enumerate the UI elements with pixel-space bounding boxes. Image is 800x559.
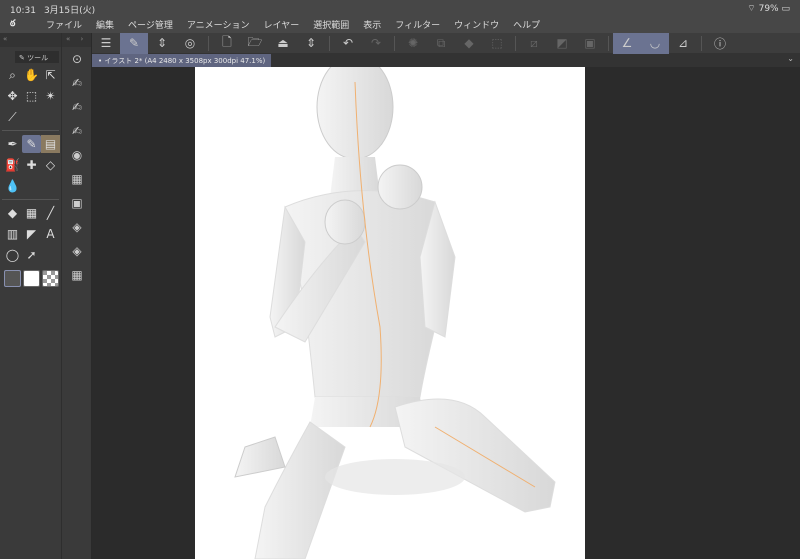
divider xyxy=(394,35,395,51)
main-color-swatch[interactable] xyxy=(4,270,21,287)
drawing-canvas[interactable] xyxy=(195,67,585,559)
material-icon[interactable]: ▣ xyxy=(62,191,92,215)
menu-selection[interactable]: 選択範囲 xyxy=(313,18,349,31)
fill-icon[interactable]: ◆ xyxy=(455,33,483,54)
menu-layer[interactable]: レイヤー xyxy=(264,18,300,31)
balloon-icon[interactable]: ◯ xyxy=(3,246,22,264)
ruler-snap-icon[interactable]: ∠ xyxy=(613,32,641,54)
frame-icon[interactable]: ▥ xyxy=(3,225,22,243)
pencil-icon[interactable]: ✎ xyxy=(22,135,41,153)
selection-border-icon[interactable]: ▣ xyxy=(576,33,604,54)
eyedropper-icon[interactable]: ⟋ xyxy=(3,108,22,126)
figure-icon[interactable]: ╱ xyxy=(41,204,60,222)
panel-collapse[interactable]: « xyxy=(0,33,61,47)
layer-property-icon[interactable]: ◈ xyxy=(62,215,92,239)
panel-collapse[interactable]: « xyxy=(66,35,70,43)
undo-icon[interactable]: ↶ xyxy=(334,33,362,54)
brush-size-icon[interactable]: ✍ xyxy=(62,119,92,143)
battery-percent: 79% xyxy=(758,4,779,14)
menu-view[interactable]: 表示 xyxy=(363,18,381,31)
fill-icon[interactable]: ◆ xyxy=(3,204,22,222)
hand-icon[interactable]: ✋ xyxy=(22,66,41,84)
divider xyxy=(208,35,209,51)
selection-icon[interactable]: ⬚ xyxy=(22,87,41,105)
color-set-icon[interactable]: ▦ xyxy=(62,167,92,191)
layer-icon[interactable]: ◈ xyxy=(62,239,92,263)
move-icon[interactable]: ✥ xyxy=(3,87,22,105)
companion-icon[interactable]: ◎ xyxy=(176,33,204,54)
divider xyxy=(329,35,330,51)
app-logo[interactable]: ఠ xyxy=(10,19,28,31)
divider xyxy=(608,35,609,51)
command-bar: ☰ ✎ ⇕ ◎ 🗋 🗁 ⏏ ⇕ ↶ ↷ ✺ ⧉ ◆ ⬚ ⧄ ◩ ▣ ∠ ◡ ⊿ … xyxy=(92,32,800,54)
correct-line-icon[interactable]: ➚ xyxy=(22,246,41,264)
magic-wand-icon[interactable]: ✴ xyxy=(41,87,60,105)
status-bar: 10:31 3月15日(火) ⌔ 79% ▭ xyxy=(0,0,800,16)
color-wheel-icon[interactable]: ◉ xyxy=(62,143,92,167)
eraser-icon[interactable]: ◇ xyxy=(41,156,60,174)
timeline-icon[interactable]: ▦ xyxy=(62,263,92,287)
open-folder-icon[interactable]: 🗁 xyxy=(241,33,269,54)
divider xyxy=(2,130,59,131)
gradient-icon[interactable]: ▦ xyxy=(22,204,41,222)
date: 3月15日(火) xyxy=(43,6,96,16)
redo-icon[interactable]: ↷ xyxy=(362,33,390,54)
tool-property-icon[interactable]: ✍ xyxy=(62,95,92,119)
menu-edit[interactable]: 編集 xyxy=(96,18,114,31)
save-icon[interactable]: ⏏ xyxy=(269,33,297,54)
divider xyxy=(2,199,59,200)
sub-color-swatch[interactable] xyxy=(23,270,40,287)
deselect-icon[interactable]: ⧄ xyxy=(520,33,548,54)
operation-icon[interactable]: ⇱ xyxy=(41,66,60,84)
document-tab[interactable]: • イラスト 2* (A4 2480 x 3508px 300dpi 47.1%… xyxy=(92,54,272,67)
panel-column: « › ⊙ ✍ ✍ ✍ ◉ ▦ ▣ ◈ ◈ ▦ xyxy=(62,33,92,559)
updown-icon[interactable]: ⇕ xyxy=(297,33,325,54)
blend-icon[interactable]: 💧 xyxy=(3,177,22,195)
decoration-icon[interactable]: ✚ xyxy=(22,156,41,174)
menu-bar: ఠ ファイル 編集 ページ管理 アニメーション レイヤー 選択範囲 表示 フィル… xyxy=(0,16,800,33)
ruler-icon[interactable]: ◤ xyxy=(22,225,41,243)
copy-icon[interactable]: ⧉ xyxy=(427,33,455,54)
wifi-icon: ⌔ xyxy=(747,4,759,14)
menu-page[interactable]: ページ管理 xyxy=(128,18,173,31)
menu-animation[interactable]: アニメーション xyxy=(187,18,250,31)
special-ruler-snap-icon[interactable]: ◡ xyxy=(641,32,669,54)
transparent-color-swatch[interactable] xyxy=(42,270,59,287)
navigator-icon[interactable]: ⊙ xyxy=(62,47,92,71)
menu-help[interactable]: ヘルプ xyxy=(513,18,540,31)
busy-icon: ✺ xyxy=(407,36,419,50)
brush-icon[interactable]: ▤ xyxy=(41,135,60,153)
tab-tool[interactable]: ✎ ツール xyxy=(15,51,59,63)
divider xyxy=(701,35,702,51)
pen-icon[interactable]: ✒ xyxy=(3,135,22,153)
menu-file[interactable]: ファイル xyxy=(46,18,82,31)
chevron-down-icon[interactable]: ⌄ xyxy=(787,54,794,63)
menu-window[interactable]: ウィンドウ xyxy=(454,18,499,31)
clock: 10:31 xyxy=(10,6,36,16)
simple-mode-icon[interactable]: ✎ xyxy=(120,32,148,54)
battery-icon: ▭ xyxy=(781,4,790,14)
zoom-icon[interactable]: ⌕ xyxy=(3,66,22,84)
3d-figure xyxy=(234,67,556,559)
invert-selection-icon[interactable]: ◩ xyxy=(548,33,576,54)
help-icon[interactable]: ⓘ xyxy=(706,33,734,54)
menu-filter[interactable]: フィルター xyxy=(395,18,440,31)
airbrush-icon[interactable]: ⛽ xyxy=(3,156,22,174)
updown-icon[interactable]: ⇕ xyxy=(148,33,176,54)
document-tab-bar: • イラスト 2* (A4 2480 x 3508px 300dpi 47.1%… xyxy=(92,54,800,67)
divider xyxy=(515,35,516,51)
new-file-icon[interactable]: 🗋 xyxy=(213,33,241,54)
grid-snap-icon[interactable]: ⊿ xyxy=(669,33,697,54)
tool-panel: « ✎ ツール ⌕ ✋ ⇱ ✥ ⬚ ✴ ⟋ ✒ ✎ ▤ ⛽ ✚ ◇ 💧 ◆ ▦ ╱ ▥ ◤ A ◯ ➚ xyxy=(0,33,62,559)
transform-icon[interactable]: ⬚ xyxy=(483,33,511,54)
menu-icon[interactable]: ☰ xyxy=(92,33,120,54)
text-icon[interactable]: A xyxy=(41,225,60,243)
sub-tool-icon[interactable]: ✍ xyxy=(62,71,92,95)
tab-tool-label: ツール xyxy=(27,54,49,62)
panel-expand[interactable]: › xyxy=(81,35,84,43)
